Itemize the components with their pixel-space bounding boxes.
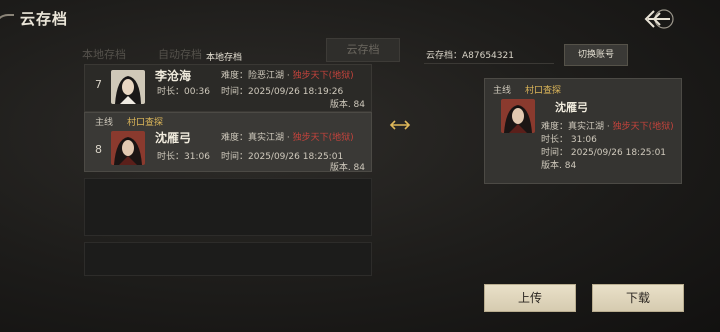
difficulty-text: 难度：险恶江湖 · 独步天下(地狱)	[221, 71, 354, 81]
page-title: 云存档	[20, 10, 69, 28]
character-avatar	[501, 99, 535, 133]
divider	[424, 63, 554, 64]
character-name: 沈雁弓	[155, 131, 192, 145]
save-slot-8[interactable]: 主线 村口查探 8 沈雁弓 时长：31:06 难度：真实江湖 · 独步天下(地狱…	[84, 112, 372, 173]
version-text: 版本. 84	[541, 161, 577, 171]
slot-number: 7	[95, 78, 102, 91]
duration-label: 时长：31:06	[157, 152, 210, 162]
version-text: 版本. 84	[329, 100, 365, 110]
character-avatar	[111, 70, 145, 104]
character-avatar	[111, 131, 145, 165]
tab-local-faded[interactable]: 本地存档	[82, 46, 126, 62]
download-button[interactable]: 下载	[592, 284, 684, 312]
quest-name: 村口查探	[525, 86, 562, 96]
upload-button[interactable]: 上传	[484, 284, 576, 312]
tab-auto-save[interactable]: 自动存档	[158, 46, 202, 62]
timestamp-text: 时间：2025/09/26 18:19:26	[221, 87, 344, 97]
quest-type: 主线	[95, 118, 114, 128]
switch-account-button[interactable]: 切换账号	[564, 44, 628, 66]
back-arrow-icon	[644, 9, 674, 29]
duration-label: 时长：00:36	[157, 87, 210, 97]
difficulty-text: 难度：真实江湖 · 独步天下(地狱)	[221, 133, 354, 143]
cloud-account-id: 云存档：A87654321	[426, 51, 514, 61]
title-decoration	[0, 14, 14, 86]
save-slot-7[interactable]: 7 李沧海 时长：00:36 难度：险恶江湖 · 独步天下(地狱) 时间：202…	[84, 64, 372, 112]
empty-save-slot[interactable]	[84, 178, 372, 236]
version-text: 版本. 84	[329, 163, 365, 173]
duration-text: 时长： 31:06	[541, 135, 597, 145]
tab-cloud-save[interactable]: 云存档	[326, 38, 400, 62]
quest-name: 村口查探	[127, 118, 164, 128]
difficulty-text: 难度：真实江湖 · 独步天下(地狱)	[541, 122, 674, 132]
slot-number: 8	[95, 143, 102, 156]
timestamp-text: 时间： 2025/09/26 18:25:01	[541, 148, 667, 158]
back-button[interactable]	[640, 8, 674, 30]
empty-save-slot[interactable]	[84, 242, 372, 276]
tab-local-save[interactable]: 本地存档	[206, 50, 242, 63]
character-name: 沈雁弓	[555, 101, 588, 114]
timestamp-text: 时间：2025/09/26 18:25:01	[221, 152, 344, 162]
quest-type: 主线	[493, 86, 512, 96]
double-arrow-icon	[388, 118, 412, 136]
cloud-save-card[interactable]: 主线 村口查探 沈雁弓 难度：真实江湖 · 独步天下(地狱) 时长： 31:06…	[484, 78, 682, 184]
character-name: 李沧海	[155, 69, 192, 83]
